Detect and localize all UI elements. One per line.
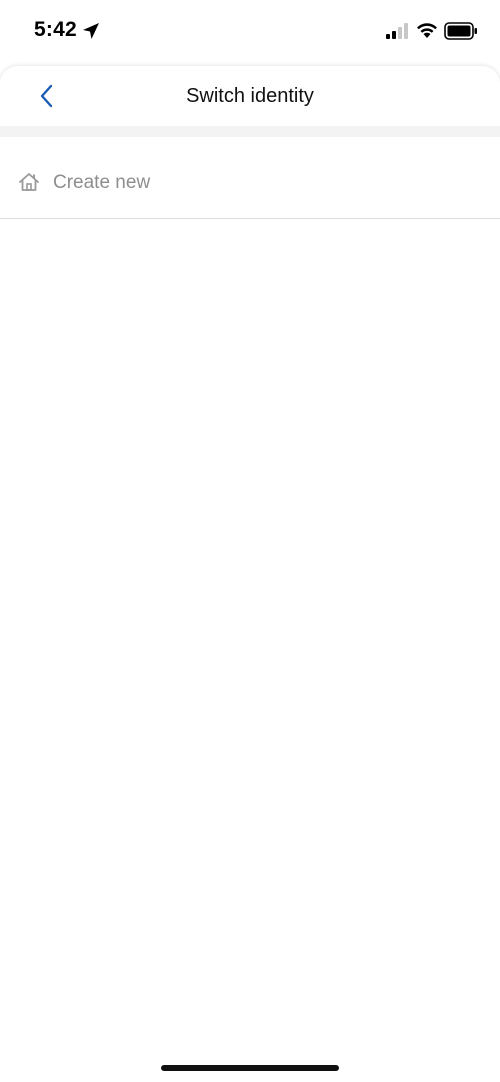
screen: 5:42 Switch identity Create new [0, 0, 500, 1082]
status-time: 5:42 [34, 18, 77, 41]
navigation-header: Switch identity [0, 66, 500, 126]
page-title: Switch identity [186, 85, 314, 107]
location-arrow-icon [82, 22, 100, 40]
header-divider [0, 126, 500, 137]
home-icon [18, 171, 40, 193]
modal-sheet: Switch identity Create new [0, 66, 500, 1082]
status-bar: 5:42 [0, 0, 500, 64]
battery-icon [444, 22, 478, 40]
create-new-item[interactable]: Create new [0, 137, 500, 219]
wifi-icon [416, 21, 438, 39]
cellular-signal-icon [386, 23, 410, 39]
home-indicator [161, 1065, 339, 1071]
list-item-label: Create new [53, 172, 151, 193]
